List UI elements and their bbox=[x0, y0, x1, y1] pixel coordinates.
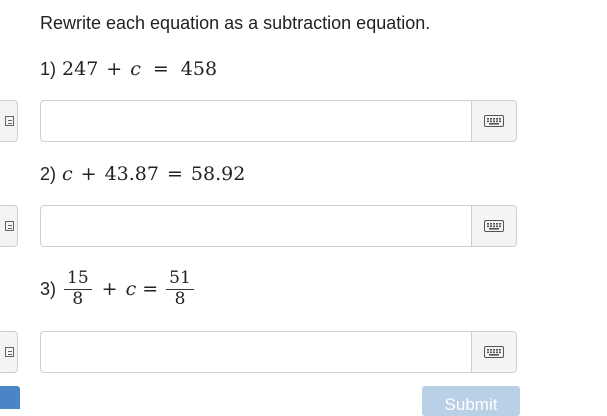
equation: c +43.87 = 58.92 bbox=[62, 163, 245, 185]
side-panel-toggle[interactable] bbox=[0, 331, 18, 373]
left-nav-tab[interactable] bbox=[0, 386, 20, 409]
answer-box-2 bbox=[40, 205, 517, 247]
equation: 247 + c = 458 bbox=[62, 58, 217, 80]
term: 247 bbox=[62, 58, 99, 80]
problem-number: 2) bbox=[40, 163, 57, 184]
submit-button[interactable]: Submit bbox=[422, 386, 520, 416]
side-panel-toggle[interactable] bbox=[0, 205, 18, 247]
denominator: 8 bbox=[72, 288, 84, 309]
equation: 15 8 + c = 51 8 bbox=[62, 269, 196, 309]
answer-input-3[interactable] bbox=[41, 332, 471, 372]
fraction: 15 8 bbox=[64, 269, 92, 309]
math-keyboard-button[interactable] bbox=[471, 101, 516, 141]
equals-sign: = bbox=[152, 58, 169, 80]
problem-3: 3) 15 8 + c = 51 8 bbox=[40, 269, 196, 309]
math-keyboard-button[interactable] bbox=[471, 332, 516, 372]
instruction: Rewrite each equation as a subtraction e… bbox=[40, 13, 431, 33]
keyboard-icon bbox=[484, 346, 504, 358]
numerator: 51 bbox=[166, 269, 194, 290]
keyboard-icon bbox=[484, 115, 504, 127]
calculator-icon bbox=[5, 116, 14, 126]
equals-sign: = bbox=[167, 163, 183, 185]
operator: + bbox=[101, 278, 118, 301]
problem-number: 1) bbox=[40, 58, 57, 79]
problem-2: 2) c +43.87 = 58.92 bbox=[40, 163, 245, 185]
calculator-icon bbox=[5, 221, 14, 231]
answer-box-3 bbox=[40, 331, 517, 373]
fraction: 51 8 bbox=[166, 269, 194, 309]
answer-input-2[interactable] bbox=[41, 206, 471, 246]
answer-box-1 bbox=[40, 100, 517, 142]
math-keyboard-button[interactable] bbox=[471, 206, 516, 246]
operator: + bbox=[80, 163, 97, 185]
problem-1: 1) 247 + c = 458 bbox=[40, 58, 217, 80]
calculator-icon bbox=[5, 347, 14, 357]
term: 58.92 bbox=[190, 163, 246, 185]
answer-input-1[interactable] bbox=[41, 101, 471, 141]
operator: + bbox=[106, 58, 123, 80]
equals-sign: = bbox=[142, 278, 159, 301]
problem-number: 3) bbox=[40, 278, 57, 299]
term: 43.87 bbox=[104, 163, 159, 185]
numerator: 15 bbox=[64, 269, 92, 290]
variable: c bbox=[125, 278, 137, 301]
side-panel-toggle[interactable] bbox=[0, 100, 18, 142]
term: 458 bbox=[180, 58, 218, 80]
keyboard-icon bbox=[484, 220, 504, 232]
variable: c bbox=[130, 58, 141, 80]
variable: c bbox=[62, 163, 73, 185]
denominator: 8 bbox=[174, 288, 186, 309]
